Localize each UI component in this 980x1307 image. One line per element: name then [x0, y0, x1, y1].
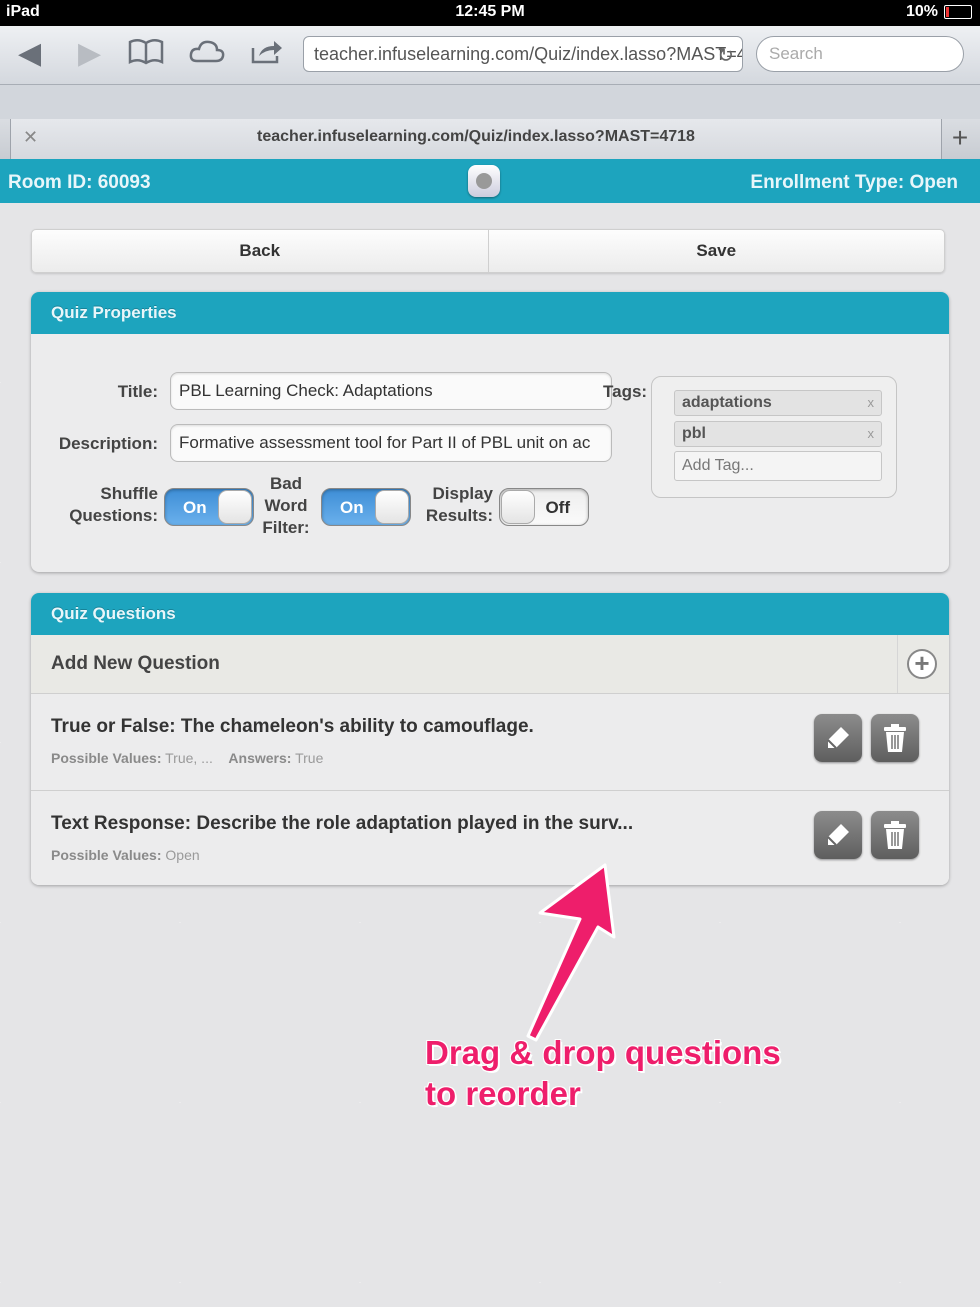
question-row[interactable]: Text Response: Describe the role adaptat…	[31, 791, 949, 885]
back-button[interactable]: Back	[32, 230, 489, 272]
plus-circle-icon: +	[907, 649, 937, 679]
tags-box: adaptations x pbl x Add Tag...	[651, 376, 897, 498]
display-label-line1: Display	[432, 484, 493, 503]
bad-word-label: Bad Word Filter:	[257, 473, 315, 539]
add-tag-input[interactable]: Add Tag...	[674, 451, 882, 481]
shuffle-toggle[interactable]: On	[164, 488, 254, 526]
answers-label: Answers:	[228, 750, 292, 766]
edit-eraser-icon[interactable]	[814, 811, 862, 859]
trash-icon[interactable]	[871, 811, 919, 859]
display-results-toggle[interactable]: Off	[499, 488, 589, 526]
display-results-label: Display Results:	[415, 483, 493, 527]
display-label-line2: Results:	[425, 506, 493, 525]
enrollment-type: Enrollment Type: Open	[750, 172, 958, 193]
title-label: Title:	[117, 382, 158, 401]
url-text: teacher.infuselearning.com/Quiz/index.la…	[314, 44, 743, 64]
quiz-properties-heading: Quiz Properties	[31, 292, 949, 334]
add-new-question-label: Add New Question	[51, 653, 220, 674]
question-text: True or False: The chameleon's ability t…	[51, 716, 534, 737]
new-tab-plus-icon[interactable]: +	[944, 123, 976, 155]
quiz-properties-panel: Quiz Properties Title: PBL Learning Chec…	[31, 292, 949, 572]
possible-values: True, ...	[165, 750, 213, 766]
bookmarks-icon[interactable]	[128, 36, 164, 75]
quiz-questions-panel: Quiz Questions Add New Question + True o…	[31, 593, 949, 885]
toolbar-spacer	[0, 85, 980, 119]
remove-tag-icon[interactable]: x	[868, 395, 875, 410]
toggle-knob	[375, 490, 409, 524]
action-bar: Back Save	[31, 229, 945, 273]
status-time: 12:45 PM	[455, 3, 525, 20]
quiz-questions-heading: Quiz Questions	[31, 593, 949, 635]
annotation-line1: Drag & drop questions	[425, 1034, 781, 1071]
possible-values: Open	[165, 847, 200, 863]
forward-arrow-icon[interactable]: ▶	[78, 36, 101, 72]
add-new-question-row[interactable]: Add New Question +	[31, 635, 949, 694]
url-field[interactable]: teacher.infuselearning.com/Quiz/index.la…	[303, 36, 743, 72]
tab-bar: ✕ teacher.infuselearning.com/Quiz/index.…	[0, 119, 980, 160]
description-label: Description:	[58, 434, 158, 453]
app-header: Room ID: 60093 Enrollment Type: Open	[0, 159, 980, 203]
title-input[interactable]: PBL Learning Check: Adaptations	[170, 372, 612, 410]
shuffle-label-line2: Questions:	[69, 506, 158, 525]
possible-values-label: Possible Values:	[51, 847, 162, 863]
status-right: 10%	[906, 3, 972, 21]
tag-chip-label: adaptations	[682, 394, 772, 411]
shuffle-label: Shuffle Questions:	[51, 483, 158, 527]
edit-eraser-icon[interactable]	[814, 714, 862, 762]
shuffle-toggle-state: On	[183, 498, 207, 517]
browser-toolbar: ◀ ▶ teacher.infuselearning.com/Quiz/inde…	[0, 26, 980, 85]
shuffle-label-line1: Shuffle	[100, 484, 158, 503]
home-icon[interactable]	[468, 165, 500, 197]
question-meta: Possible Values: True, ... Answers: True	[51, 750, 323, 766]
possible-values-label: Possible Values:	[51, 750, 162, 766]
bad-word-filter-toggle[interactable]: On	[321, 488, 411, 526]
question-row[interactable]: True or False: The chameleon's ability t…	[31, 694, 949, 791]
search-input[interactable]: Search	[756, 36, 964, 72]
battery-icon	[944, 5, 972, 19]
bad-word-label-line2: Word	[264, 496, 308, 515]
question-text: Text Response: Describe the role adaptat…	[51, 813, 634, 834]
trash-icon[interactable]	[871, 714, 919, 762]
answers-value: True	[295, 750, 324, 766]
display-toggle-state: Off	[545, 498, 570, 517]
tags-label: Tags:	[603, 382, 648, 401]
share-icon[interactable]	[250, 36, 284, 75]
tag-chip[interactable]: pbl x	[674, 421, 882, 447]
cloud-icon[interactable]	[188, 36, 226, 75]
save-button[interactable]: Save	[489, 230, 945, 272]
add-question-button[interactable]: +	[897, 635, 949, 693]
status-bar: iPad 12:45 PM 10%	[0, 0, 980, 26]
annotation-arrow-icon	[526, 863, 616, 1042]
battery-percent: 10%	[905, 3, 938, 20]
tab-title: teacher.infuselearning.com/Quiz/index.la…	[257, 128, 695, 145]
toggle-knob	[218, 490, 252, 524]
room-id: Room ID: 60093	[8, 172, 151, 193]
tag-chip[interactable]: adaptations x	[674, 390, 882, 416]
toggle-knob	[501, 490, 535, 524]
annotation-text: Drag & drop questions to reorder	[425, 1032, 781, 1114]
remove-tag-icon[interactable]: x	[868, 426, 875, 441]
back-arrow-icon[interactable]: ◀	[18, 36, 41, 72]
tag-chip-label: pbl	[682, 425, 706, 442]
question-meta: Possible Values: Open	[51, 847, 200, 863]
description-input[interactable]: Formative assessment tool for Part II of…	[170, 424, 612, 462]
bad-word-toggle-state: On	[340, 498, 364, 517]
bad-word-label-line3: Filter:	[262, 518, 310, 537]
bad-word-label-line1: Bad	[269, 474, 303, 493]
annotation-line2: to reorder	[425, 1075, 581, 1112]
reload-icon[interactable]: ↻	[717, 43, 734, 68]
browser-tab[interactable]: ✕ teacher.infuselearning.com/Quiz/index.…	[10, 119, 942, 159]
